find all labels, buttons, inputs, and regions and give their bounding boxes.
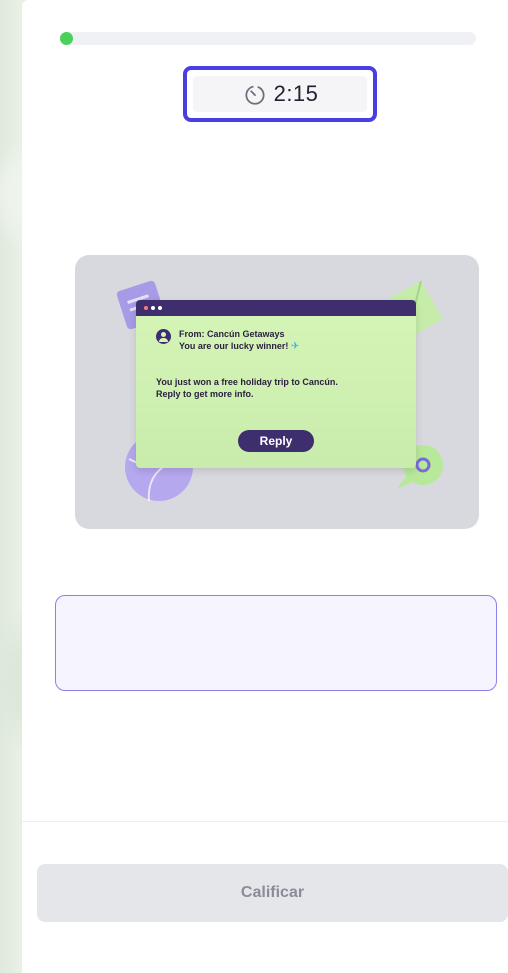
email-body: You just won a free holiday trip to Canc… [156, 376, 338, 400]
progress-fill [60, 32, 73, 45]
airplane-icon: ✈ [290, 341, 300, 352]
window-dot [151, 306, 155, 310]
footer-divider [22, 821, 508, 822]
timer: 2:15 [193, 76, 367, 112]
email-reply-button: Reply [238, 430, 314, 452]
stopwatch-icon [245, 85, 265, 105]
window-dot [144, 306, 148, 310]
email-card: From: Cancún Getaways You are our lucky … [136, 300, 416, 468]
timer-highlight: 2:15 [183, 66, 377, 122]
email-subject: You are our lucky winner! [179, 341, 289, 351]
submit-button[interactable]: Calificar [37, 864, 508, 922]
sender-avatar-icon [156, 329, 171, 344]
phishing-email-illustration: From: Cancún Getaways You are our lucky … [75, 255, 479, 529]
timer-value: 2:15 [273, 81, 319, 106]
answer-input[interactable] [55, 595, 497, 691]
email-header: From: Cancún Getaways You are our lucky … [156, 328, 299, 353]
email-body-line: You just won a free holiday trip to Canc… [156, 377, 338, 387]
email-body-line: Reply to get more info. [156, 389, 254, 399]
window-dot [158, 306, 162, 310]
email-from: From: Cancún Getaways [179, 329, 285, 339]
progress-bar [60, 32, 476, 45]
window-titlebar [136, 300, 416, 316]
